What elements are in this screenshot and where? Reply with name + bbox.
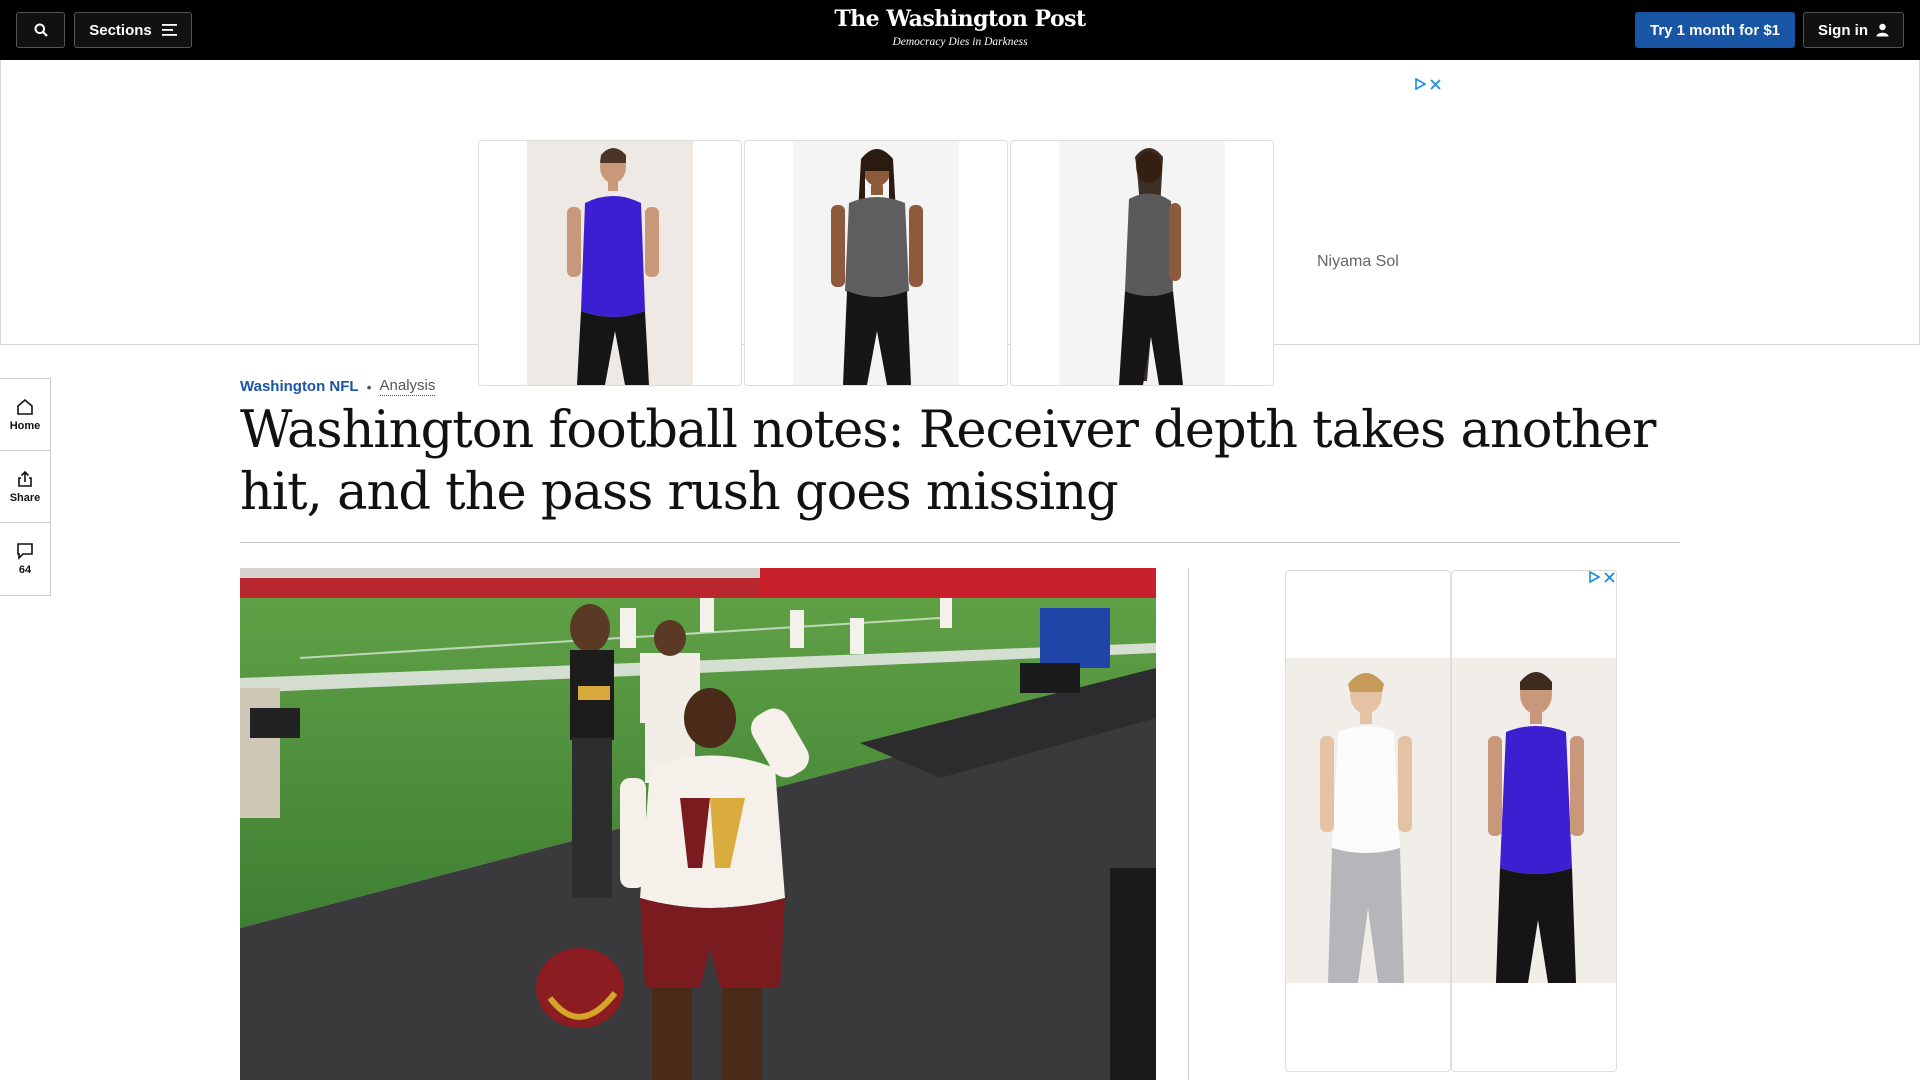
ad-brand-name[interactable]: Niyama Sol: [1317, 253, 1399, 271]
ad-product-card[interactable]: [744, 140, 1008, 386]
sections-label: Sections: [89, 21, 152, 39]
sidebar-advertisement[interactable]: [1285, 570, 1617, 1080]
article-tool-rail: Home Share 64: [0, 378, 51, 596]
comments-count: 64: [18, 564, 32, 576]
ad-choices[interactable]: [1414, 78, 1441, 90]
search-button[interactable]: [16, 12, 65, 48]
top-navigation-bar: Sections The Washington Post Democracy D…: [0, 0, 1920, 60]
article-kicker: Washington NFL • Analysis: [240, 377, 436, 396]
kicker-separator: •: [366, 378, 372, 395]
person-icon: [1876, 23, 1889, 37]
home-label: Home: [9, 419, 41, 432]
home-icon: [17, 398, 33, 415]
menu-icon: [161, 24, 177, 36]
article-lead-photo[interactable]: [240, 568, 1156, 1080]
ad-product-card[interactable]: [1451, 570, 1617, 1072]
analysis-label[interactable]: Analysis: [379, 377, 436, 396]
ad-product-image: [527, 141, 693, 385]
subscribe-button[interactable]: Try 1 month for $1: [1635, 12, 1795, 48]
masthead[interactable]: The Washington Post Democracy Dies in Da…: [760, 6, 1160, 48]
home-button[interactable]: Home: [0, 379, 50, 451]
ad-product-image: [793, 141, 959, 385]
headline-divider: [240, 542, 1680, 543]
share-icon: [18, 470, 32, 487]
top-advertisement[interactable]: Niyama Sol: [0, 60, 1920, 386]
close-icon[interactable]: [1604, 571, 1615, 583]
ad-product-image: [1452, 658, 1616, 983]
adchoices-icon[interactable]: [1414, 78, 1426, 90]
site-logo[interactable]: The Washington Post: [760, 6, 1160, 32]
sections-button[interactable]: Sections: [74, 12, 192, 48]
ad-choices[interactable]: [1588, 571, 1615, 583]
ad-product-card[interactable]: [1285, 570, 1451, 1072]
share-button[interactable]: Share: [0, 451, 50, 523]
article-headline: Washington football notes: Receiver dept…: [240, 401, 1656, 522]
ad-product-card[interactable]: [478, 140, 742, 386]
section-link[interactable]: Washington NFL: [240, 378, 359, 395]
column-divider: [1188, 568, 1189, 1080]
close-icon[interactable]: [1430, 78, 1441, 90]
sign-in-label: Sign in: [1818, 21, 1868, 39]
comment-icon: [17, 543, 33, 560]
ad-product-image: [1286, 658, 1450, 983]
search-icon: [34, 23, 48, 37]
adchoices-icon[interactable]: [1588, 571, 1600, 583]
share-label: Share: [9, 491, 41, 504]
ad-product-image: [1059, 141, 1225, 385]
site-tagline: Democracy Dies in Darkness: [892, 36, 1028, 48]
comments-button[interactable]: 64: [0, 523, 50, 595]
ad-product-card[interactable]: [1010, 140, 1274, 386]
sign-in-button[interactable]: Sign in: [1803, 12, 1904, 48]
